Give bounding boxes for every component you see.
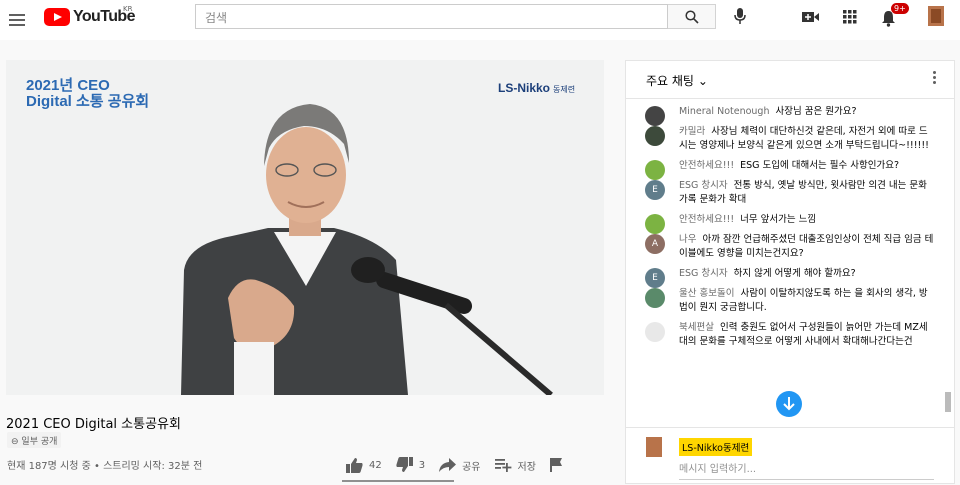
dislike-button[interactable]: 3 (396, 457, 425, 473)
chat-message: E ESG 창시자 하지 않게 어떻게 해야 할까요? (626, 267, 942, 288)
chat-message-input[interactable]: 메시지 입력하기... (679, 460, 934, 480)
chat-text: 너무 앞서가는 느낌 (740, 214, 817, 225)
visibility-badge: ⊖ 일부 공개 (7, 432, 62, 448)
save-button[interactable]: 저장 (494, 458, 536, 473)
more-options-icon[interactable] (933, 71, 936, 86)
chat-author: 나우 (679, 234, 697, 245)
chat-username: LS-Nikko동제련 (679, 438, 753, 456)
chat-header: 주요 채팅 ⌄ (626, 61, 954, 99)
chat-avatar (645, 106, 665, 126)
chat-avatar (645, 288, 665, 308)
chat-text: 아까 잠깐 언급해주셨던 대출조임인상이 전체 직급 임금 테이블에도 영향을 … (679, 234, 934, 259)
chat-mode-dropdown[interactable]: 주요 채팅 ⌄ (646, 72, 708, 89)
dislike-count: 3 (418, 459, 426, 471)
chat-message: 카밀라 사장님 체력이 대단하신것 같은데, 자전거 외에 따로 드시는 영양제나… (626, 125, 942, 153)
scrollbar-thumb[interactable] (945, 392, 951, 412)
chat-text: 사장님 체력이 대단하신것 같은데, 자전거 외에 따로 드시는 영양제나 보양… (679, 126, 929, 151)
chat-mode-label: 주요 채팅 (646, 74, 694, 88)
arrow-down-icon (783, 397, 795, 411)
link-icon: ⊖ (11, 437, 19, 447)
play-logo-icon (44, 8, 70, 26)
share-icon (439, 458, 457, 472)
visibility-label: 일부 공개 (21, 437, 58, 447)
create-video-icon[interactable] (802, 10, 819, 24)
thumbs-down-icon (396, 457, 413, 472)
chat-text: 인력 충원도 없어서 구성원들이 늙어만 가는데 MZ세대의 문화를 구체적으로… (679, 322, 928, 347)
share-button[interactable]: 공유 (439, 458, 481, 473)
notification-badge: 9+ (891, 3, 909, 14)
menu-icon[interactable] (9, 11, 25, 29)
chat-input-area: LS-Nikko동제련 메시지 입력하기... (626, 427, 954, 485)
search-button[interactable] (668, 4, 716, 29)
chat-author: 카밀라 (679, 126, 706, 137)
chat-text: ESG 도입에 대해서는 필수 사항인가요? (740, 160, 900, 171)
search-icon (685, 10, 699, 24)
chat-avatar (645, 126, 665, 146)
chat-message: 안전하세요!!! ESG 도입에 대해서는 필수 사항인가요? (626, 159, 942, 180)
flag-icon (549, 458, 562, 472)
video-title: 2021 CEO Digital 소통공유회 (6, 417, 181, 432)
chat-message: 북세편살 인력 충원도 없어서 구성원들이 늙어만 가는데 MZ세대의 문화를 구… (626, 321, 942, 349)
video-player[interactable]: 2021년 CEO Digital 소통 공유회 LS-Nikko 동제련 (6, 60, 604, 395)
chat-author: ESG 창시자 (679, 268, 728, 279)
chat-messages[interactable]: Mineral Notenough 사장님 꿈은 뭔가요? 카밀라 사장님 체력이 대… (626, 105, 942, 423)
save-label: 저장 (517, 461, 536, 473)
chat-author: 울산 홍보돌이 (679, 288, 735, 299)
chat-author: 안전하세요!!! (679, 160, 735, 171)
account-avatar[interactable] (928, 6, 944, 26)
chat-avatar (645, 160, 665, 180)
video-actions: 42 3 공유 저장 (346, 457, 583, 473)
user-avatar (646, 437, 662, 457)
viewer-stats: 현재 187명 시청 중 • 스트리밍 시작: 32분 전 (7, 461, 203, 472)
chat-text: 사장님 꿈은 뭔가요? (775, 106, 857, 117)
chat-author: 안전하세요!!! (679, 214, 735, 225)
actions-underline (342, 480, 454, 482)
apps-grid-icon[interactable] (843, 10, 857, 24)
live-chat-panel: 주요 채팅 ⌄ Mineral Notenough 사장님 꿈은 뭔가요? 카밀라 사… (625, 60, 955, 484)
chat-message: Mineral Notenough 사장님 꿈은 뭔가요? (626, 105, 942, 126)
chevron-down-icon: ⌄ (697, 74, 708, 88)
report-button[interactable] (549, 458, 569, 472)
microphone-icon[interactable] (733, 7, 747, 25)
chat-message: 안전하세요!!! 너무 앞서가는 느낌 (626, 213, 942, 234)
chat-message: 울산 홍보돌이 사람이 이탈하지않도록 하는 을 회사의 생각, 방법이 뭔지 궁… (626, 287, 942, 315)
chat-message: E ESG 창시자 전통 방식, 옛날 방식만, 윗사람만 의견 내는 문화가록 문… (626, 179, 942, 207)
speaker-video-frame (181, 104, 553, 395)
youtube-logo[interactable]: YouTube KR (44, 5, 135, 26)
like-count: 42 (369, 459, 382, 471)
masthead: YouTube KR 검색 9+ (0, 0, 960, 40)
country-code: KR (123, 5, 133, 13)
chat-avatar (645, 322, 665, 342)
chat-avatar: A (645, 234, 665, 254)
chat-avatar: E (645, 180, 665, 200)
playlist-add-icon (494, 459, 511, 472)
chat-text: 하지 않게 어떻게 해야 할까요? (733, 268, 856, 279)
search-input[interactable]: 검색 (195, 4, 668, 29)
like-button[interactable]: 42 (346, 457, 382, 473)
share-label: 공유 (462, 461, 481, 473)
chat-author: ESG 창시자 (679, 180, 728, 191)
chat-author: 북세편살 (679, 322, 714, 333)
chat-scrollbar[interactable] (944, 105, 952, 423)
chat-avatar: E (645, 268, 665, 288)
chat-avatar (645, 214, 665, 234)
chat-message: A 나우 아까 잠깐 언급해주셨던 대출조임인상이 전체 직급 임금 테이블에도 영… (626, 233, 942, 261)
chat-author: Mineral Notenough (679, 106, 770, 117)
thumbs-up-icon (346, 458, 363, 473)
scroll-to-bottom-button[interactable] (776, 391, 802, 417)
